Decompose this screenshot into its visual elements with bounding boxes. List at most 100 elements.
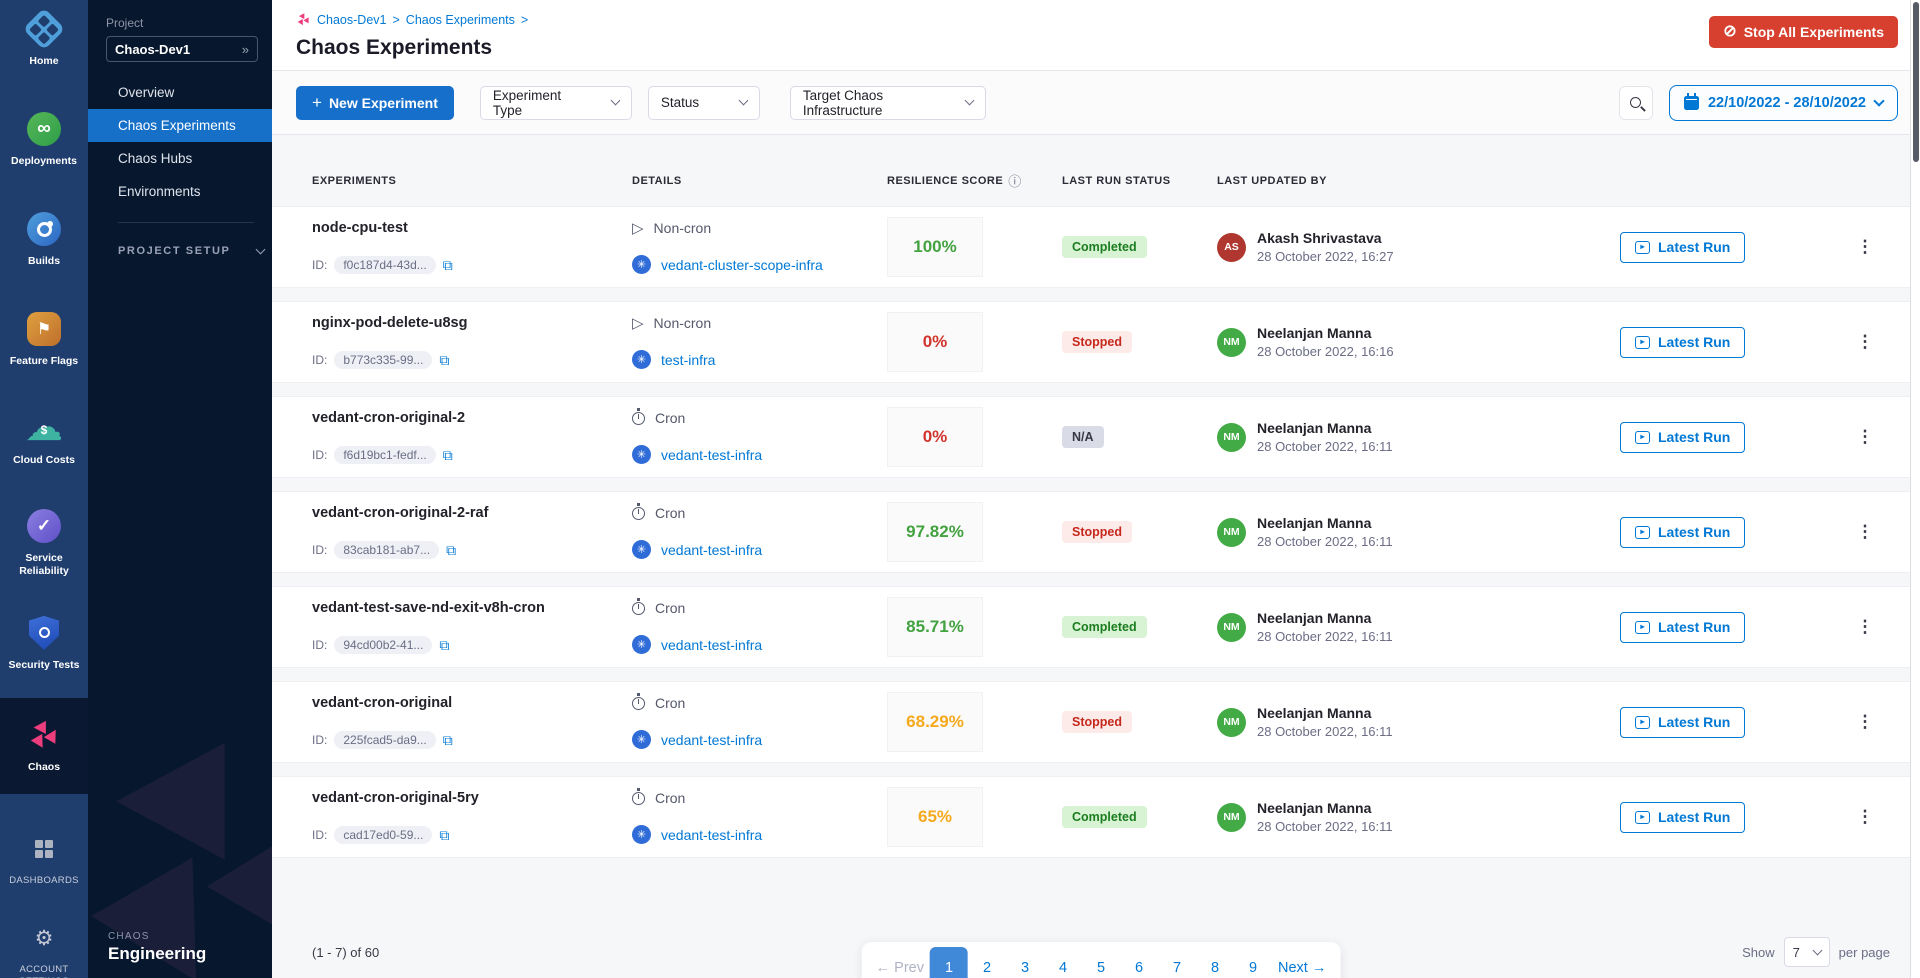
- copy-icon[interactable]: ⧉: [443, 448, 453, 462]
- latest-run-button[interactable]: ▸ Latest Run: [1620, 517, 1745, 548]
- page-button[interactable]: 1: [930, 947, 968, 978]
- sidebar-item-overview[interactable]: Overview: [88, 76, 272, 109]
- project-sidebar: Project Chaos-Dev1 » Overview Chaos Expe…: [88, 0, 272, 978]
- row-menu-button[interactable]: ⋮: [1850, 427, 1880, 447]
- experiment-name[interactable]: vedant-test-save-nd-exit-v8h-cron: [312, 600, 632, 616]
- rail-item-dashboards[interactable]: DASHBOARDS: [0, 820, 88, 897]
- avatar: NM: [1217, 518, 1246, 547]
- date-range-picker[interactable]: 22/10/2022 - 28/10/2022: [1669, 85, 1898, 121]
- latest-run-button[interactable]: ▸ Latest Run: [1620, 802, 1745, 833]
- experiment-type-filter[interactable]: Experiment Type: [480, 86, 632, 120]
- copy-icon[interactable]: ⧉: [439, 353, 449, 367]
- row-menu-button[interactable]: ⋮: [1850, 617, 1880, 637]
- rail-item-deployments[interactable]: ∞ Deployments: [0, 100, 88, 178]
- avatar: NM: [1217, 613, 1246, 642]
- infrastructure-link[interactable]: test-infra: [661, 352, 715, 368]
- pagination-controls: ← Prev 123456789 Next →: [862, 942, 1341, 978]
- page-button[interactable]: 4: [1044, 947, 1082, 978]
- rail-item-home[interactable]: Home: [0, 0, 88, 78]
- latest-run-button[interactable]: ▸ Latest Run: [1620, 327, 1745, 358]
- page-size-select[interactable]: 7: [1784, 937, 1830, 967]
- status-filter[interactable]: Status: [648, 86, 760, 120]
- copy-icon[interactable]: ⧉: [443, 258, 453, 272]
- rail-item-security-tests[interactable]: Security Tests: [0, 604, 88, 682]
- infrastructure-link[interactable]: vedant-test-infra: [661, 637, 762, 653]
- page-button[interactable]: 7: [1158, 947, 1196, 978]
- home-icon: [23, 8, 65, 50]
- stop-all-experiments-button[interactable]: ⊘ Stop All Experiments: [1709, 16, 1898, 48]
- experiment-name[interactable]: node-cpu-test: [312, 220, 632, 236]
- row-menu-button[interactable]: ⋮: [1850, 807, 1880, 827]
- row-menu-button[interactable]: ⋮: [1850, 522, 1880, 542]
- latest-run-button[interactable]: ▸ Latest Run: [1620, 232, 1745, 263]
- infrastructure-link[interactable]: vedant-test-infra: [661, 827, 762, 843]
- service-reliability-icon: ✓: [27, 509, 61, 543]
- project-setup-toggle[interactable]: PROJECT SETUP: [118, 245, 272, 257]
- next-page-button[interactable]: Next →: [1272, 947, 1332, 978]
- breadcrumb-link-project[interactable]: Chaos-Dev1: [317, 13, 386, 27]
- vertical-scrollbar[interactable]: [1910, 0, 1920, 978]
- scrollbar-thumb[interactable]: [1913, 2, 1919, 162]
- page-button[interactable]: 2: [968, 947, 1006, 978]
- updated-date: 28 October 2022, 16:11: [1257, 724, 1393, 739]
- latest-run-button[interactable]: ▸ Latest Run: [1620, 707, 1745, 738]
- kubernetes-icon: ✳: [632, 730, 651, 749]
- run-icon: ▸: [1635, 716, 1650, 729]
- prev-page-button[interactable]: ← Prev: [870, 947, 930, 978]
- results-count: (1 - 7) of 60: [312, 945, 379, 960]
- row-menu-button[interactable]: ⋮: [1850, 237, 1880, 257]
- infrastructure-link[interactable]: vedant-test-infra: [661, 542, 762, 558]
- rail-item-cloud-costs[interactable]: ☁$ Cloud Costs: [0, 399, 88, 477]
- chevron-down-icon: [738, 96, 748, 106]
- new-experiment-button[interactable]: + New Experiment: [296, 86, 454, 120]
- infrastructure-link[interactable]: vedant-test-infra: [661, 732, 762, 748]
- infrastructure-link[interactable]: vedant-test-infra: [661, 447, 762, 463]
- copy-icon[interactable]: ⧉: [443, 733, 453, 747]
- copy-icon[interactable]: ⧉: [446, 543, 456, 557]
- copy-icon[interactable]: ⧉: [439, 828, 449, 842]
- experiment-cell: vedant-test-save-nd-exit-v8h-cron ID: 94…: [312, 600, 632, 654]
- module-kicker: CHAOS: [108, 931, 206, 942]
- rail-item-feature-flags[interactable]: ⚑ Feature Flags: [0, 300, 88, 378]
- page-button[interactable]: 3: [1006, 947, 1044, 978]
- sidebar-item-chaos-hubs[interactable]: Chaos Hubs: [88, 142, 272, 175]
- project-selector[interactable]: Chaos-Dev1 »: [106, 36, 258, 62]
- experiment-name[interactable]: vedant-cron-original-2: [312, 410, 632, 426]
- infrastructure-link[interactable]: vedant-cluster-scope-infra: [661, 257, 823, 273]
- experiment-name[interactable]: vedant-cron-original-2-raf: [312, 505, 632, 521]
- updated-date: 28 October 2022, 16:27: [1257, 249, 1394, 264]
- latest-run-button[interactable]: ▸ Latest Run: [1620, 612, 1745, 643]
- row-menu-button[interactable]: ⋮: [1850, 332, 1880, 352]
- page-button[interactable]: 5: [1082, 947, 1120, 978]
- latest-run-button[interactable]: ▸ Latest Run: [1620, 422, 1745, 453]
- page-button[interactable]: 8: [1196, 947, 1234, 978]
- experiment-name[interactable]: nginx-pod-delete-u8sg: [312, 315, 632, 331]
- project-name: Chaos-Dev1: [115, 42, 190, 57]
- status-badge: Completed: [1062, 236, 1147, 258]
- schedule-type: Non-cron: [654, 220, 712, 236]
- security-tests-icon: [29, 616, 59, 650]
- experiment-name[interactable]: vedant-cron-original-5ry: [312, 790, 632, 806]
- rail-item-account-settings[interactable]: ⚙ ACCOUNT SETTINGS: [0, 909, 88, 978]
- row-menu-button[interactable]: ⋮: [1850, 712, 1880, 732]
- page-button[interactable]: 6: [1120, 947, 1158, 978]
- sidebar-item-environments[interactable]: Environments: [88, 175, 272, 208]
- experiment-cell: vedant-cron-original-5ry ID: cad17ed0-59…: [312, 790, 632, 844]
- kubernetes-icon: ✳: [632, 635, 651, 654]
- target-infrastructure-filter[interactable]: Target Chaos Infrastructure: [790, 86, 986, 120]
- sidebar-item-chaos-experiments[interactable]: Chaos Experiments: [88, 109, 272, 142]
- search-button[interactable]: [1619, 86, 1653, 120]
- page-button[interactable]: 9: [1234, 947, 1272, 978]
- copy-icon[interactable]: ⧉: [439, 638, 449, 652]
- info-icon[interactable]: ⓘ: [1008, 171, 1022, 190]
- rail-item-chaos[interactable]: Chaos: [0, 698, 88, 794]
- non-cron-icon: ▷: [632, 316, 644, 331]
- rail-item-builds[interactable]: Builds: [0, 200, 88, 278]
- rail-item-service-reliability[interactable]: ✓ Service Reliability: [0, 497, 88, 588]
- experiment-id: cad17ed0-59...: [334, 826, 432, 844]
- experiment-name[interactable]: vedant-cron-original: [312, 695, 632, 711]
- project-nav: Overview Chaos Experiments Chaos Hubs En…: [88, 76, 272, 208]
- last-updated-cell: NM Neelanjan Manna 28 October 2022, 16:1…: [1217, 705, 1620, 739]
- rail-item-label: DASHBOARDS: [9, 875, 79, 887]
- breadcrumb-link-experiments[interactable]: Chaos Experiments: [406, 13, 515, 27]
